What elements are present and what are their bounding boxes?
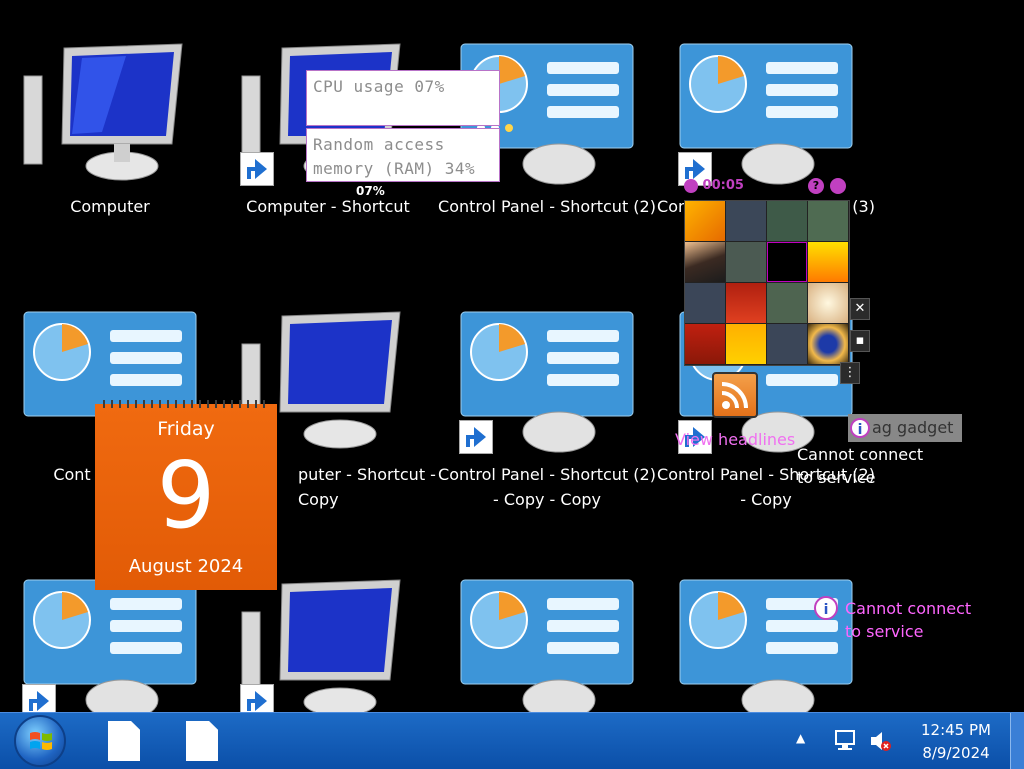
- puzzle-tile[interactable]: [767, 324, 807, 364]
- message-line2: to service: [797, 468, 876, 487]
- weather-error-message-1: Cannot connect to service: [797, 443, 923, 489]
- info-icon: i: [814, 596, 838, 620]
- calendar-rings: [103, 400, 269, 408]
- shortcut-arrow-icon: [240, 684, 274, 712]
- puzzle-tile[interactable]: [726, 201, 766, 241]
- calendar-weekday: Friday: [157, 418, 215, 440]
- puzzle-tile[interactable]: [808, 201, 848, 241]
- computer-icon: [23, 43, 183, 181]
- ram-usage-readout: Random access memory (RAM) 34%: [306, 128, 500, 182]
- rss-feed-icon[interactable]: [712, 372, 758, 418]
- puzzle-tile[interactable]: [808, 242, 848, 282]
- control-panel-icon: [460, 579, 634, 712]
- ram-text-line1: Random access: [313, 135, 445, 154]
- shortcut-arrow-icon: [22, 684, 56, 712]
- puzzle-tile[interactable]: [767, 283, 807, 323]
- desktop-icon-computer[interactable]: Computer: [0, 40, 220, 230]
- puzzle-tile[interactable]: [726, 283, 766, 323]
- puzzle-tile[interactable]: [726, 324, 766, 364]
- rss-icon: [721, 382, 748, 409]
- taskbar-document-icon[interactable]: [108, 721, 140, 761]
- system-clock[interactable]: 12:45 PM 8/9/2024: [906, 719, 1006, 765]
- icon-label: Computer: [70, 197, 150, 216]
- puzzle-header: 00:05 ?: [682, 178, 852, 198]
- calendar-day-number: 9: [156, 442, 216, 549]
- puzzle-tile[interactable]: [685, 242, 725, 282]
- puzzle-empty-slot[interactable]: [767, 242, 807, 282]
- puzzle-tile[interactable]: [808, 324, 848, 364]
- cpu-meter-gadget[interactable]: CPU usage 07% Random access memory (RAM)…: [306, 70, 502, 200]
- show-desktop-button[interactable]: [1010, 713, 1024, 769]
- clock-date: 8/9/2024: [922, 744, 990, 762]
- taskbar[interactable]: ▲ 12:45 PM 8/9/2024: [0, 712, 1024, 769]
- show-hidden-icons-button[interactable]: ▲: [796, 731, 805, 745]
- windows-logo-icon: [30, 732, 52, 750]
- drag-gadget-text: ag gadget: [872, 418, 954, 437]
- start-button[interactable]: [14, 715, 66, 767]
- desktop-icon-computer-row3[interactable]: [218, 576, 438, 712]
- cpu-usage-text: CPU usage 07%: [313, 77, 445, 96]
- cpu-usage-readout: CPU usage 07%: [306, 70, 500, 126]
- cpu-small-value: 07%: [356, 184, 385, 198]
- puzzle-tile[interactable]: [685, 283, 725, 323]
- puzzle-tile[interactable]: [808, 283, 848, 323]
- clock-icon[interactable]: [684, 178, 698, 193]
- gadget-drag-handle-icon[interactable]: ⋮: [840, 362, 860, 384]
- puzzle-tile[interactable]: [767, 201, 807, 241]
- calendar-month-year: August 2024: [128, 556, 244, 577]
- puzzle-tile[interactable]: [685, 324, 725, 364]
- puzzle-timer: 00:05: [702, 178, 744, 193]
- shuffle-icon[interactable]: [830, 178, 846, 194]
- shortcut-arrow-icon: [459, 420, 493, 454]
- shortcut-arrow-icon: [240, 152, 274, 186]
- icon-label: Control Panel - Shortcut (2) - Copy - Co…: [438, 465, 656, 509]
- view-headlines-link[interactable]: View headlines: [675, 430, 795, 449]
- message-line1: Cannot connect: [845, 599, 972, 618]
- weather-error-message-2: Cannot connect to service: [845, 597, 971, 643]
- desktop-icon-control-panel-copy-copy[interactable]: Control Panel - Shortcut (2) - Copy - Co…: [437, 308, 657, 518]
- message-line1: Cannot connect: [797, 445, 924, 464]
- calendar-gadget[interactable]: Friday 9 August 2024: [95, 400, 277, 590]
- taskbar-document-icon[interactable]: [186, 721, 218, 761]
- message-line2: to service: [845, 622, 924, 641]
- desktop-icon-control-panel-row3-3[interactable]: [656, 576, 876, 712]
- desktop-icon-control-panel-row3-1[interactable]: [0, 576, 220, 712]
- desktop-icon-control-panel-row3-2[interactable]: [437, 576, 657, 712]
- puzzle-board[interactable]: [684, 200, 850, 366]
- clock-time: 12:45 PM: [921, 721, 991, 739]
- ram-text-line2: memory (RAM) 34%: [313, 159, 476, 178]
- gadget-close-icon[interactable]: ✕: [850, 298, 870, 320]
- puzzle-tile[interactable]: [726, 242, 766, 282]
- info-icon: i: [850, 418, 870, 438]
- network-icon[interactable]: [832, 729, 858, 753]
- gadget-options-icon[interactable]: ▪: [850, 330, 870, 352]
- puzzle-tile[interactable]: [685, 201, 725, 241]
- picture-puzzle-gadget[interactable]: 00:05 ? ✕ ▪ ⋮: [682, 178, 870, 384]
- volume-muted-icon[interactable]: [868, 729, 894, 753]
- desktop[interactable]: Computer Computer - Shortcut Control Pan…: [0, 0, 1024, 712]
- help-icon[interactable]: ?: [808, 178, 824, 194]
